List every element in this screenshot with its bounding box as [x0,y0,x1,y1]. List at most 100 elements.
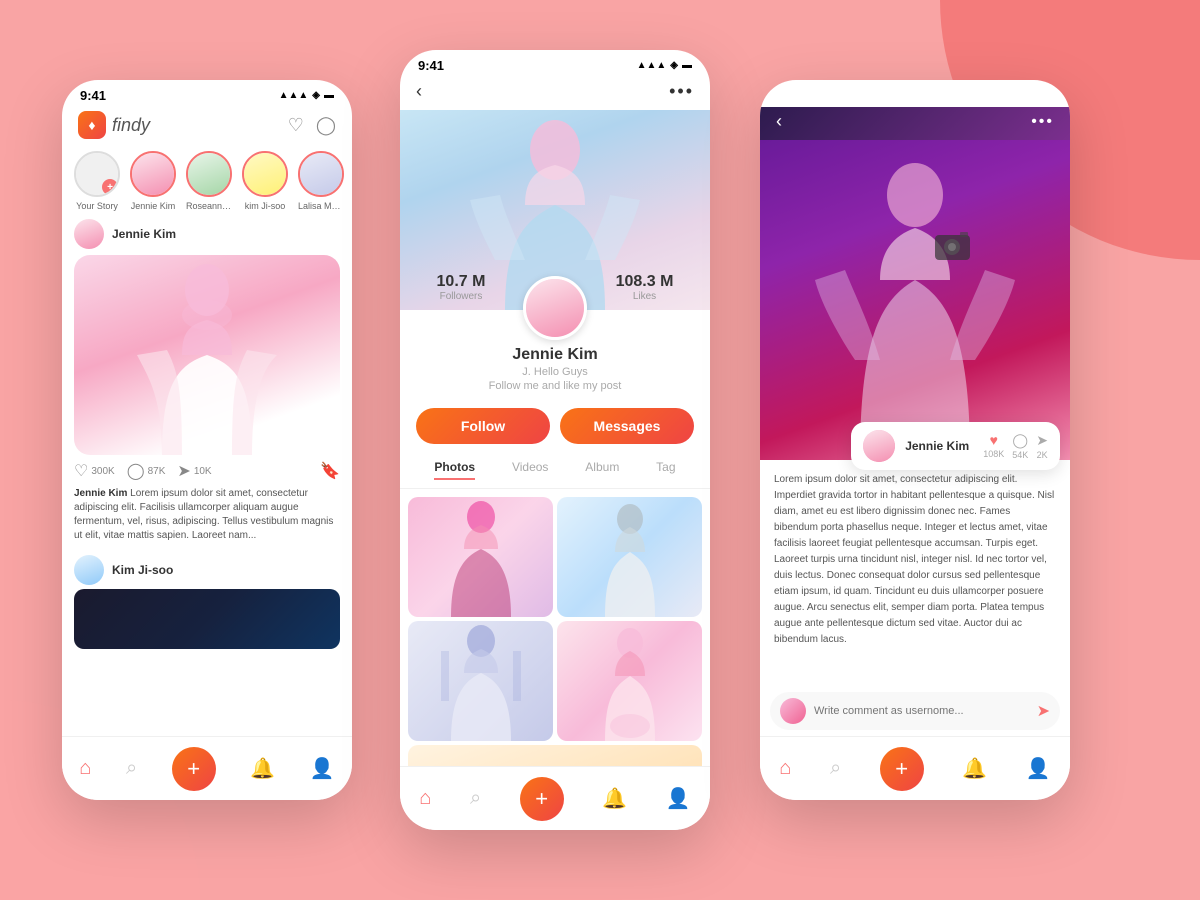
post2-author-name: Kim Ji-soo [112,563,173,577]
bottom-nav-2: ⌂ ⌕ + 🔔 👤 [400,766,710,830]
story-label-3: kim Ji-soo [245,201,286,211]
share-icon: ➤ [177,461,190,481]
p2-bio: Follow me and like my post [400,380,710,392]
p1-header: ♦ findy ♡ ◯ [62,107,352,147]
story-label-2: Roseanne Park [186,201,232,211]
like-count: 300K [91,466,114,477]
add-story-avatar: + [74,151,120,197]
story-item-2[interactable]: Roseanne Park [186,151,232,211]
nav-profile-3[interactable]: 👤 [1026,756,1051,781]
story-avatar-3 [242,151,288,197]
nav-home-1[interactable]: ⌂ [79,757,91,780]
wifi-icon: ◈ [312,90,320,101]
nav-bell-3[interactable]: 🔔 [962,756,987,781]
nav-profile-2[interactable]: 👤 [666,786,691,811]
p2-photo-grid [400,489,710,741]
p2-topbar: ‹ ••• [400,77,710,110]
comment-send-btn[interactable]: ➤ [1037,701,1050,721]
grid-item-2[interactable] [408,621,553,741]
p3-back-btn[interactable]: ‹ [776,111,782,132]
status-time-2: 9:41 [418,58,444,73]
tab-photos[interactable]: Photos [434,460,475,480]
tab-tag[interactable]: Tag [656,460,675,480]
post-shares[interactable]: ➤ 10K [177,461,211,481]
p2-avatar [523,276,587,340]
nav-search-2[interactable]: ⌕ [470,787,481,810]
post-caption-1: Jennie Kim Lorem ipsum dolor sit amet, c… [74,487,340,543]
phone-profile: 9:41 ▲▲▲ ◈ ▬ ‹ ••• 10.7 M Followers [400,50,710,830]
p3-post-image: Jennie Kim ♥ 108K ◯ 54K ➤ 2K [760,140,1070,460]
comment-box[interactable]: ➤ [770,692,1060,730]
logo-icon: ♦ [78,111,106,139]
eng-avatar [863,430,895,462]
story-item-add[interactable]: + Your Story [74,151,120,211]
signal-icon-2: ▲▲▲ [637,60,667,71]
followers-label: Followers [437,291,486,302]
p2-stat-followers: 10.7 M Followers [437,273,486,302]
nav-bell-2[interactable]: 🔔 [602,786,627,811]
post2-image [74,589,340,649]
chat-icon[interactable]: ◯ [316,115,336,136]
eng-shares-count: 2K [1037,450,1048,460]
nav-bell-1[interactable]: 🔔 [250,756,275,781]
post-figure-svg [127,255,287,455]
post-image-inner-1 [74,255,340,455]
eng-comment-icon: ◯ [1012,432,1028,449]
story-label-0: Your Story [76,201,118,211]
story-label-4: Lalisa Manob [298,201,344,211]
tab-videos[interactable]: Videos [512,460,548,480]
p3-more-btn[interactable]: ••• [1031,113,1054,131]
bookmark-icon[interactable]: 🔖 [320,461,340,481]
nav-add-1[interactable]: + [172,747,216,791]
story-item-1[interactable]: Jennie Kim [130,151,176,211]
feed-post-1: Jennie Kim ♡ 300K ◯ [62,219,352,551]
nav-home-2[interactable]: ⌂ [419,787,431,810]
comment-icon: ◯ [127,461,145,481]
p2-back-btn[interactable]: ‹ [416,81,422,102]
p2-avatar-img [526,279,584,337]
grid-item-3[interactable] [557,621,702,741]
nav-home-3[interactable]: ⌂ [779,757,791,780]
p1-logo: ♦ findy [78,111,150,139]
eng-comments: ◯ 54K [1012,432,1028,460]
logo-text: findy [112,115,150,136]
grid-item-1[interactable] [557,497,702,617]
p2-username: Jennie Kim [400,346,710,364]
post-comments[interactable]: ◯ 87K [127,461,166,481]
wifi-icon-2: ◈ [670,60,678,71]
post-likes[interactable]: ♡ 300K [74,461,115,481]
comment-input[interactable] [814,705,1029,717]
status-icons-3: ▲▲▲ ◈ ▬ [997,90,1052,101]
p2-cover-photo: 10.7 M Followers 108.3 M Likes [400,110,710,310]
story-avatar-4 [298,151,344,197]
p2-stat-likes: 108.3 M Likes [616,273,674,302]
nav-search-1[interactable]: ⌕ [126,757,137,780]
nav-profile-1[interactable]: 👤 [310,756,335,781]
nav-add-2[interactable]: + [520,777,564,821]
tab-album[interactable]: Album [585,460,619,480]
post-author-1: Jennie Kim [74,219,340,249]
p2-more-btn[interactable]: ••• [669,81,694,102]
messages-button[interactable]: Messages [560,408,694,444]
post2-avatar [74,555,104,585]
grid-figure-1 [585,497,675,617]
share-count: 10K [194,466,212,477]
likes-value: 108.3 M [616,273,674,291]
stories-row: + Your Story Jennie Kim Roseanne Park ki… [62,147,352,219]
grid-item-0[interactable] [408,497,553,617]
status-icons-1: ▲▲▲ ◈ ▬ [279,90,334,101]
nav-add-3[interactable]: + [880,747,924,791]
phone-post-detail: 9:41 ▲▲▲ ◈ ▬ ‹ ••• [760,80,1070,800]
story-item-3[interactable]: kim Ji-soo [242,151,288,211]
status-time-3: 9:41 [778,88,804,103]
heart-icon[interactable]: ♡ [288,115,304,136]
p3-figure [815,140,1015,460]
follow-button[interactable]: Follow [416,408,550,444]
grid-figure-3 [585,621,675,741]
story-avatar-1 [130,151,176,197]
eng-share-icon: ➤ [1036,432,1048,449]
nav-search-3[interactable]: ⌕ [830,757,841,780]
story-item-4[interactable]: Lalisa Manob [298,151,344,211]
like-icon: ♡ [74,461,88,481]
p1-header-icons: ♡ ◯ [288,115,336,136]
